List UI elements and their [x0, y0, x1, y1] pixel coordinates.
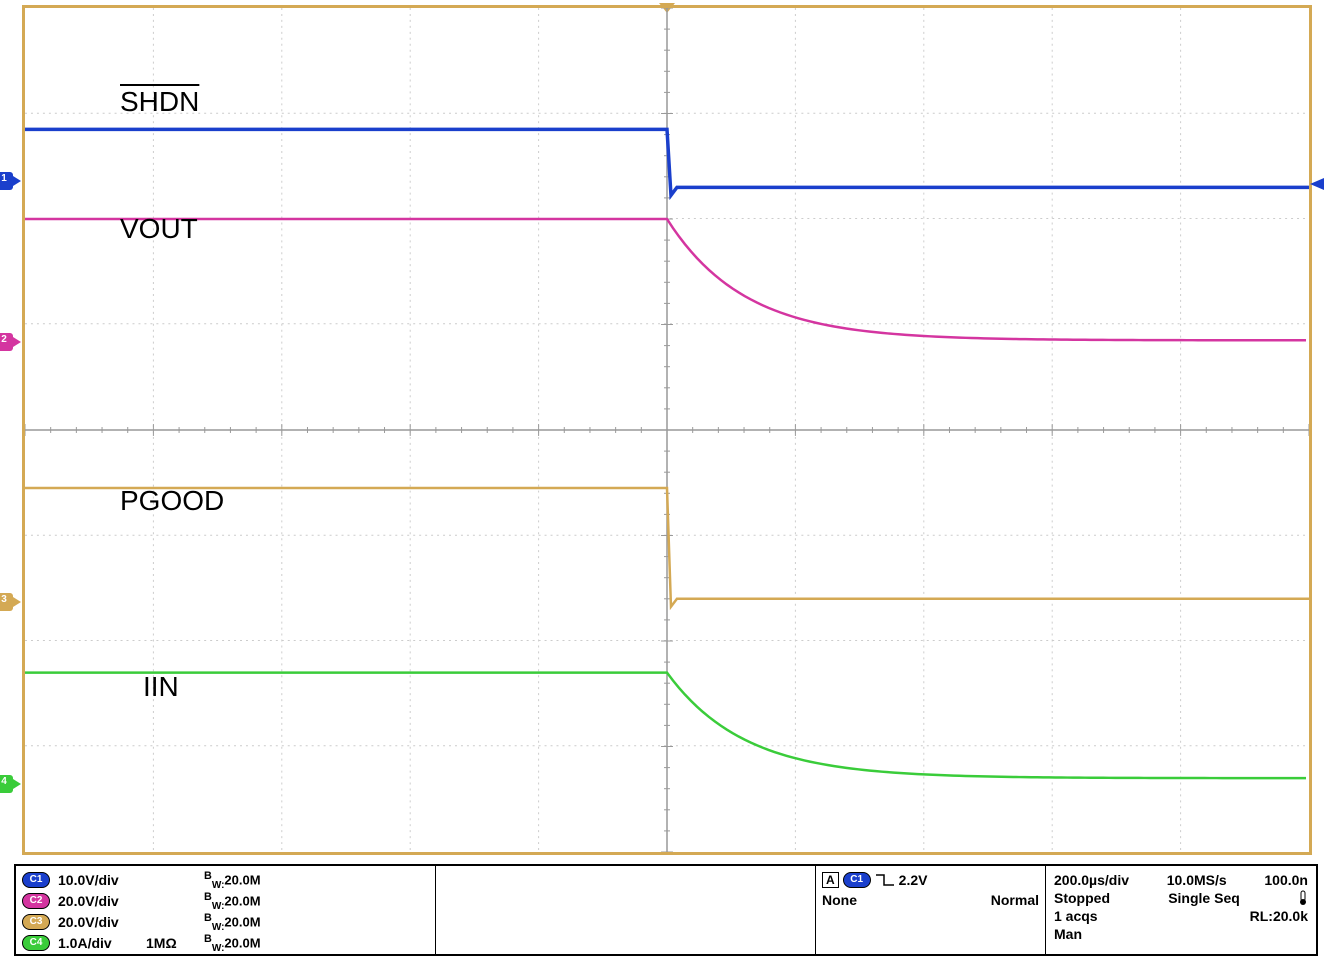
record-length: RL:20.0k — [1250, 908, 1308, 924]
ch2-scale: 20.0V/div — [58, 893, 138, 909]
ch3-ground-marker: 3 — [0, 593, 13, 611]
falling-edge-icon — [875, 873, 895, 887]
label-shdn: SHDN — [120, 86, 199, 118]
ch1-bw: BW:20.0M — [204, 870, 261, 891]
timebase-panel: 200.0µs/div 10.0MS/s 100.0n Stopped Sing… — [1046, 866, 1316, 954]
ch4-impedance: 1MΩ — [146, 935, 196, 951]
ch4-scale: 1.0A/div — [58, 935, 138, 951]
ch2-bw: BW:20.0M — [204, 891, 261, 912]
sample-rate: 10.0MS/s — [1167, 872, 1227, 888]
ch4-ground-marker: 4 — [0, 775, 13, 793]
ch1-info: C1 10.0V/div BW:20.0M — [22, 870, 429, 891]
trigger-mode: Normal — [991, 892, 1039, 908]
trigger-level: 2.2V — [899, 872, 928, 888]
ch4-badge: C4 — [22, 935, 50, 951]
info-bar: C1 10.0V/div BW:20.0M C2 20.0V/div BW:20… — [14, 864, 1318, 956]
ch1-badge: C1 — [22, 872, 50, 888]
ch1-ground-marker: 1 — [0, 172, 13, 190]
ch3-bw: BW:20.0M — [204, 912, 261, 933]
ch4-info: C4 1.0A/div 1MΩ BW:20.0M — [22, 933, 429, 954]
ch4-bw: BW:20.0M — [204, 933, 261, 954]
thermometer-icon — [1298, 890, 1308, 906]
sample-interval: 100.0n — [1264, 872, 1308, 888]
ch2-badge: C2 — [22, 893, 50, 909]
oscilloscope-screenshot: SHDN VOUT PGOOD IIN 1 2 3 4 C1 10.0V/div… — [0, 0, 1332, 962]
empty-panel — [436, 866, 816, 954]
acq-seq: Single Seq — [1168, 890, 1240, 906]
ch1-scale: 10.0V/div — [58, 872, 138, 888]
label-pgood: PGOOD — [120, 485, 224, 517]
ch3-info: C3 20.0V/div BW:20.0M — [22, 912, 429, 933]
trigger-level-arrow — [1310, 178, 1324, 190]
timebase-scale: 200.0µs/div — [1054, 872, 1129, 888]
trigger-coupling: None — [822, 892, 857, 908]
channel-info-panel: C1 10.0V/div BW:20.0M C2 20.0V/div BW:20… — [16, 866, 436, 954]
trigger-panel: A C1 2.2V None Normal — [816, 866, 1046, 954]
acq-state: Stopped — [1054, 890, 1110, 906]
label-iin: IIN — [143, 671, 179, 703]
waveforms — [25, 8, 1309, 852]
graticule: SHDN VOUT PGOOD IIN — [22, 5, 1312, 855]
trigger-man: Man — [1054, 926, 1082, 942]
label-vout: VOUT — [120, 213, 198, 245]
ch3-badge: C3 — [22, 914, 50, 930]
acq-count: 1 acqs — [1054, 908, 1098, 924]
ch3-scale: 20.0V/div — [58, 914, 138, 930]
ch2-info: C2 20.0V/div BW:20.0M — [22, 891, 429, 912]
ch2-ground-marker: 2 — [0, 333, 13, 351]
trigger-source-badge: C1 — [843, 872, 871, 888]
trigger-a-label: A — [822, 872, 839, 888]
